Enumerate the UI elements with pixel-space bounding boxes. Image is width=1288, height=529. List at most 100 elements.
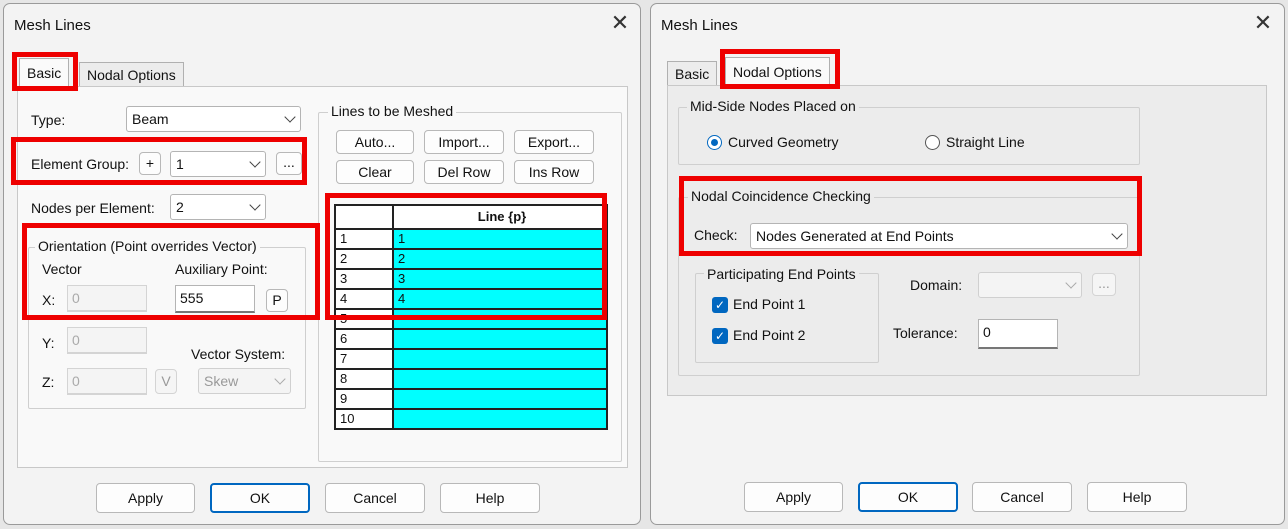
lines-title: Lines to be Meshed [328,103,457,119]
row-number: 3 [334,268,394,290]
close-icon[interactable]: ✕ [608,12,632,36]
chevron-down-icon [249,156,261,168]
ins-row-button[interactable]: Ins Row [514,160,594,184]
row-number: 10 [334,408,394,430]
table-row[interactable]: 10 [334,408,608,430]
close-icon[interactable]: ✕ [1251,12,1275,36]
row-number: 8 [334,368,394,390]
del-row-button[interactable]: Del Row [424,160,504,184]
element-group-select[interactable]: 1 [170,151,266,177]
participating-group [695,273,879,363]
export-button[interactable]: Export... [514,130,594,154]
dialog-title: Mesh Lines [661,17,738,34]
help-button[interactable]: Help [440,483,540,513]
tab-nodal-options[interactable]: Nodal Options [79,62,184,87]
ok-button[interactable]: OK [210,483,310,513]
table-row[interactable]: 33 [334,268,608,290]
pick-vector-button[interactable]: V [155,369,177,394]
chevron-down-icon [249,199,261,211]
row-number: 2 [334,248,394,270]
element-group-more-button[interactable]: ... [276,152,302,175]
table-row[interactable]: 5 [334,308,608,330]
vector-z-input[interactable]: 0 [67,368,147,395]
line-cell[interactable] [392,368,608,390]
chevron-down-icon [1111,228,1123,240]
table-row[interactable]: 8 [334,368,608,390]
type-label: Type: [31,112,66,128]
nodes-per-element-select[interactable]: 2 [170,194,266,220]
auto-button[interactable]: Auto... [336,130,414,154]
coincidence-title: Nodal Coincidence Checking [688,188,874,204]
table-row[interactable]: 9 [334,388,608,410]
import-button[interactable]: Import... [424,130,504,154]
nodes-per-element-value: 2 [176,199,184,215]
auxiliary-point-input[interactable]: 555 [175,285,255,313]
element-group-value: 1 [176,156,184,172]
domain-label: Domain: [910,277,963,293]
element-group-label: Element Group: [31,156,130,172]
line-cell[interactable] [392,348,608,370]
table-row[interactable]: 22 [334,248,608,270]
help-button[interactable]: Help [1087,482,1187,512]
table-row[interactable]: 6 [334,328,608,350]
line-cell[interactable] [392,328,608,350]
end-point-1-checkbox[interactable]: ✓ [712,297,728,313]
row-number: 4 [334,288,394,310]
chevron-down-icon [274,373,286,385]
participating-title: Participating End Points [704,266,859,282]
domain-select[interactable] [978,272,1082,298]
basic-panel: Type: Beam Element Group: + 1 ... Nodes … [17,86,628,468]
table-row[interactable]: 7 [334,348,608,370]
table-header-row: Line {p} [334,204,608,230]
domain-more-button[interactable]: ... [1092,273,1116,296]
check-select[interactable]: Nodes Generated at End Points [750,223,1128,249]
type-value: Beam [132,111,169,127]
column-header-line: Line {p} [392,204,608,230]
cancel-button[interactable]: Cancel [325,483,425,513]
table-row[interactable]: 44 [334,288,608,310]
pick-point-button[interactable]: P [266,289,288,312]
apply-button[interactable]: Apply [96,483,195,513]
type-select[interactable]: Beam [126,106,301,132]
line-cell[interactable]: 1 [392,228,608,250]
end-point-2-checkbox[interactable]: ✓ [712,328,728,344]
add-group-button[interactable]: + [139,152,161,175]
line-cell[interactable]: 3 [392,268,608,290]
line-cell[interactable]: 2 [392,248,608,270]
orientation-title: Orientation (Point overrides Vector) [35,238,260,254]
table-row[interactable]: 11 [334,228,608,250]
curved-geometry-label: Curved Geometry [728,134,839,150]
vector-system-label: Vector System: [191,346,286,362]
vector-x-input[interactable]: 0 [67,285,147,312]
check-label: Check: [694,227,738,243]
line-cell[interactable]: 4 [392,288,608,310]
row-number: 6 [334,328,394,350]
line-cell[interactable] [392,388,608,410]
vector-y-input[interactable]: 0 [67,327,147,354]
tolerance-input[interactable]: 0 [978,319,1058,349]
tab-nodal-options[interactable]: Nodal Options [725,57,830,86]
apply-button[interactable]: Apply [744,482,843,512]
vector-system-value: Skew [204,373,239,389]
curved-geometry-radio[interactable] [707,135,722,150]
row-number: 9 [334,388,394,410]
tab-basic[interactable]: Basic [19,58,70,87]
tolerance-label: Tolerance: [893,325,958,341]
dialog-title: Mesh Lines [14,17,91,34]
straight-line-radio[interactable] [925,135,940,150]
row-number: 5 [334,308,394,330]
tab-basic[interactable]: Basic [667,61,718,86]
midside-title: Mid-Side Nodes Placed on [687,98,859,114]
end-point-2-label: End Point 2 [733,327,806,343]
cancel-button[interactable]: Cancel [972,482,1072,512]
vector-system-select[interactable]: Skew [198,368,291,394]
line-cell[interactable] [392,408,608,430]
ok-button[interactable]: OK [858,482,958,512]
line-cell[interactable] [392,308,608,330]
straight-line-label: Straight Line [946,134,1025,150]
x-label: X: [42,292,56,308]
row-number: 1 [334,228,394,250]
y-label: Y: [42,335,55,351]
clear-button[interactable]: Clear [336,160,414,184]
right-dialog: Mesh Lines ✕ Basic Nodal Options Mid-Sid… [650,3,1285,525]
